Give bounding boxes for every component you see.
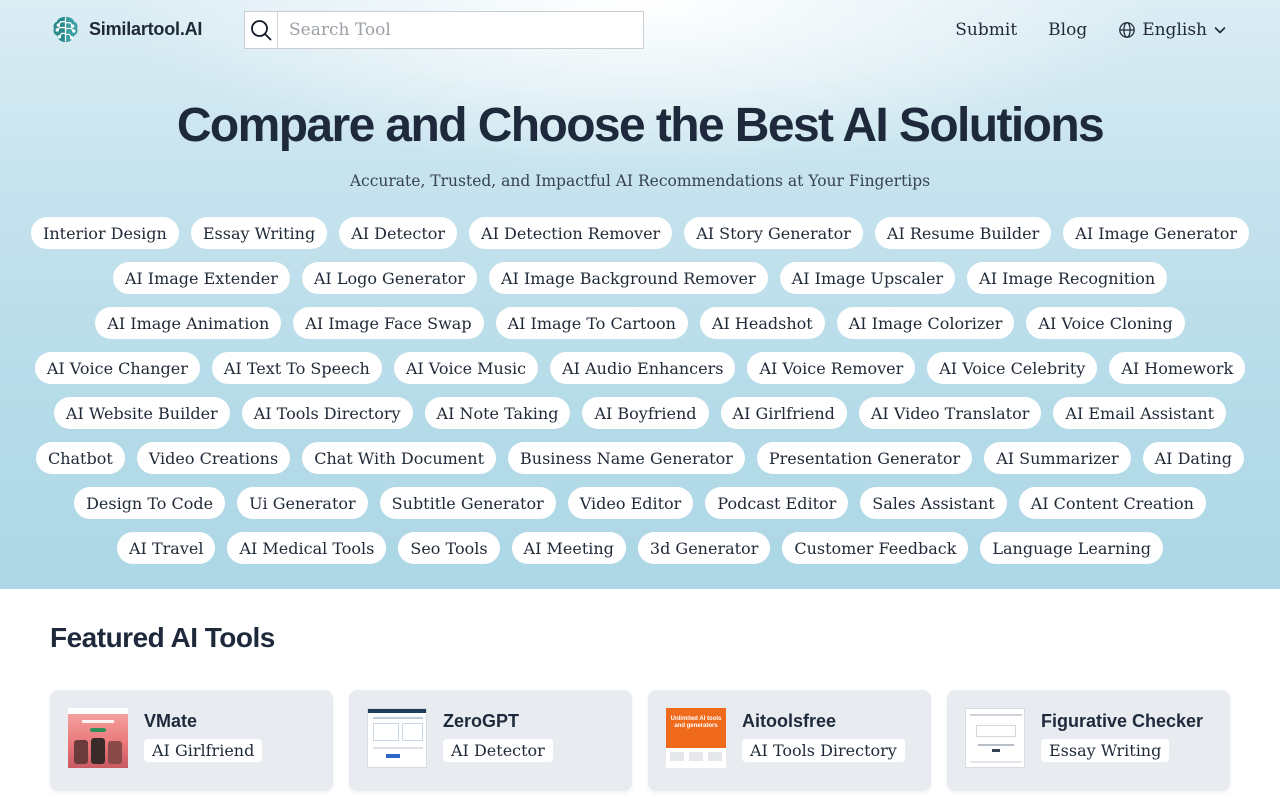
chevron-down-icon [1214, 27, 1226, 34]
category-tag[interactable]: Chat With Document [302, 442, 497, 474]
tag-row: AI Website Builder AI Tools Directory AI N… [35, 397, 1245, 429]
tag-row: Design To Code Ui Generator Subtitle Gener… [35, 487, 1245, 519]
category-tag[interactable]: Design To Code [74, 487, 226, 519]
tag-row: AI Image Extender AI Logo Generator AI Ima… [35, 262, 1245, 294]
tool-name: ZeroGPT [443, 711, 520, 731]
category-tag[interactable]: Subtitle Generator [379, 487, 556, 519]
category-tag[interactable]: Language Learning [980, 532, 1163, 564]
tool-thumbnail: Unlimited AI tools and generators [666, 708, 726, 768]
tool-card-vmate[interactable]: VMate AI Girlfriend [50, 690, 333, 791]
nav-submit-link[interactable]: Submit [955, 20, 1017, 40]
category-tag[interactable]: Seo Tools [398, 532, 500, 564]
tag-row: AI Voice Changer AI Text To Speech AI Voic… [34, 352, 1246, 384]
nav-blog-link[interactable]: Blog [1048, 20, 1087, 40]
category-tag[interactable]: AI Story Generator [684, 217, 863, 249]
category-tag[interactable]: AI Logo Generator [301, 262, 477, 294]
category-tag[interactable]: AI Content Creation [1018, 487, 1206, 519]
page-subtitle: Accurate, Trusted, and Impactful AI Reco… [349, 172, 931, 190]
category-tag[interactable]: AI Text To Speech [211, 352, 382, 384]
category-tag[interactable]: AI Homework [1109, 352, 1246, 384]
language-label: English [1142, 20, 1207, 40]
category-tag[interactable]: AI Voice Music [393, 352, 539, 384]
category-tag[interactable]: AI Travel [117, 532, 216, 564]
category-tag[interactable]: AI Voice Cloning [1026, 307, 1185, 339]
tool-name: VMate [144, 711, 198, 731]
category-tag[interactable]: AI Resume Builder [874, 217, 1052, 249]
category-tag[interactable]: AI Tools Directory [241, 397, 413, 429]
tool-thumbnail [367, 708, 427, 768]
site-logo[interactable]: Similartool.AI [50, 14, 202, 45]
logo-text: Similartool.AI [89, 19, 203, 39]
category-tag[interactable]: AI Boyfriend [582, 397, 709, 429]
category-tag[interactable]: Chatbot [35, 442, 125, 474]
category-tags: Interior Design Essay Writing AI Detector A… [31, 217, 1249, 577]
category-tag[interactable]: Presentation Generator [756, 442, 973, 474]
tag-row: AI Image Animation AI Image Face Swap AI I… [35, 307, 1245, 339]
tool-name: Aitoolsfree [742, 711, 837, 731]
tool-category-badge[interactable]: AI Girlfriend [144, 739, 263, 762]
tool-card-figurative-checker[interactable]: Figurative Checker Essay Writing [947, 690, 1230, 791]
category-tag[interactable]: AI Meeting [511, 532, 626, 564]
category-tag[interactable]: Sales Assistant [860, 487, 1007, 519]
category-tag[interactable]: AI Voice Changer [34, 352, 200, 384]
tool-thumbnail [965, 708, 1025, 768]
search-button[interactable] [245, 12, 278, 48]
category-tag[interactable]: 3d Generator [637, 532, 771, 564]
category-tag[interactable]: AI Image Colorizer [836, 307, 1015, 339]
globe-icon [1119, 22, 1136, 38]
search-icon [251, 20, 272, 41]
category-tag[interactable]: AI Medical Tools [227, 532, 387, 564]
category-tag[interactable]: Video Creations [136, 442, 291, 474]
category-tag[interactable]: Ui Generator [237, 487, 368, 519]
page-title: Compare and Choose the Best AI Solutions [176, 99, 1105, 152]
category-tag[interactable]: AI Image Upscaler [779, 262, 956, 294]
category-tag[interactable]: AI Detector [339, 217, 458, 249]
category-tag[interactable]: Business Name Generator [508, 442, 745, 474]
tool-name: Figurative Checker [1041, 711, 1204, 731]
language-selector[interactable]: English [1118, 20, 1227, 40]
category-tag[interactable]: AI Detection Remover [469, 217, 673, 249]
category-tag[interactable]: AI Voice Remover [747, 352, 916, 384]
category-tag[interactable]: AI Summarizer [984, 442, 1131, 474]
tool-category-badge[interactable]: Essay Writing [1041, 739, 1170, 762]
top-nav: Submit Blog English [955, 16, 1227, 44]
category-tag[interactable]: AI Email Assistant [1053, 397, 1227, 429]
category-tag[interactable]: AI Voice Celebrity [927, 352, 1098, 384]
tool-category-badge[interactable]: AI Detector [443, 739, 553, 762]
search-bar [244, 11, 644, 49]
category-tag[interactable]: Customer Feedback [782, 532, 969, 564]
category-tag[interactable]: AI Audio Enhancers [550, 352, 736, 384]
tool-thumbnail [68, 708, 128, 768]
category-tag[interactable]: AI Image To Cartoon [495, 307, 688, 339]
category-tag[interactable]: Video Editor [567, 487, 694, 519]
category-tag[interactable]: AI Video Translator [858, 397, 1042, 429]
category-tag[interactable]: AI Image Recognition [967, 262, 1168, 294]
category-tag[interactable]: AI Note Taking [424, 397, 571, 429]
category-tag[interactable]: Podcast Editor [705, 487, 849, 519]
category-tag[interactable]: AI Headshot [699, 307, 825, 339]
search-input[interactable] [278, 12, 643, 48]
category-tag[interactable]: AI Image Face Swap [293, 307, 484, 339]
tool-card-aitoolsfree[interactable]: Unlimited AI tools and generators Aitool… [648, 690, 931, 791]
category-tag[interactable]: Essay Writing [190, 217, 328, 249]
brain-circuit-logo-icon [53, 16, 78, 43]
category-tag[interactable]: AI Image Extender [112, 262, 290, 294]
category-tag[interactable]: AI Dating [1142, 442, 1245, 474]
tag-row: Interior Design Essay Writing AI Detector A… [31, 217, 1249, 249]
category-tag[interactable]: AI Website Builder [53, 397, 230, 429]
category-tag[interactable]: AI Image Background Remover [488, 262, 768, 294]
tool-category-badge[interactable]: AI Tools Directory [742, 739, 905, 762]
category-tag[interactable]: Interior Design [31, 217, 179, 249]
tag-row: Chatbot Video Creations Chat With Document… [35, 442, 1245, 474]
tag-row: AI Travel AI Medical Tools Seo Tools AI Mee… [35, 532, 1245, 564]
tool-card-zerogpt[interactable]: ZeroGPT AI Detector [349, 690, 632, 791]
featured-section-title: Featured AI Tools [50, 622, 275, 653]
category-tag[interactable]: AI Image Generator [1063, 217, 1249, 249]
category-tag[interactable]: AI Image Animation [95, 307, 282, 339]
featured-tools-list: VMate AI Girlfriend ZeroGPT AI Detector … [50, 690, 1230, 791]
hero-section: Similartool.AI Submit Blog English Compa… [0, 0, 1280, 589]
category-tag[interactable]: AI Girlfriend [720, 397, 847, 429]
